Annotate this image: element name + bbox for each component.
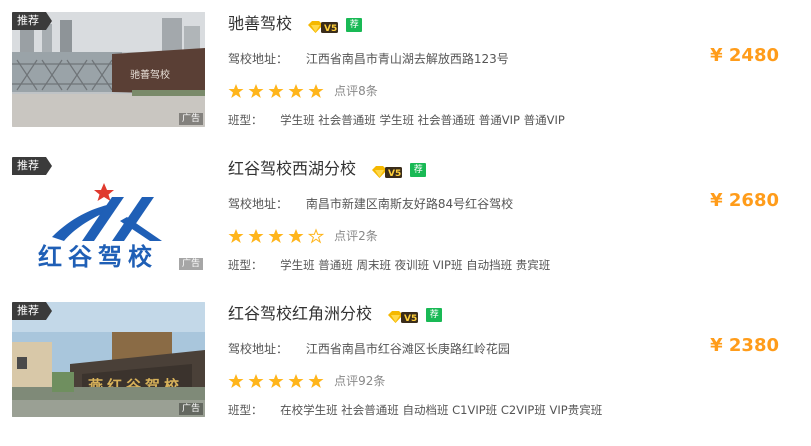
school-name[interactable]: 红谷驾校红角洲分校 [228, 304, 372, 323]
class-types-value: 学生班 社会普通班 学生班 社会普通班 普通VIP 普通VIP [280, 113, 565, 127]
address-label: 驾校地址： [228, 342, 289, 356]
price: ¥ 2380 [710, 335, 779, 356]
recommend-badge-icon: 荐 [426, 308, 443, 322]
star-icon [308, 373, 324, 388]
address-label: 驾校地址： [228, 197, 289, 211]
review-count[interactable]: 点评2条 [334, 229, 378, 243]
class-types-label: 班型： [228, 258, 263, 272]
school-name[interactable]: 红谷驾校西湖分校 [228, 159, 356, 178]
school-title-row: 红谷驾校西湖分校 V5 荐 [228, 158, 427, 181]
school-address: 驾校地址： 江西省南昌市青山湖去解放西路123号 [228, 50, 509, 67]
svg-text:红谷驾校: 红谷驾校 [38, 242, 158, 271]
school-address: 驾校地址： 南昌市新建区南斯友好路84号红谷驾校 [228, 195, 513, 212]
badge-group: V5 荐 [307, 14, 363, 36]
star-icon [288, 83, 304, 98]
ad-label: 广告 [178, 113, 203, 125]
school-name[interactable]: 驰善驾校 [228, 14, 292, 33]
star-icon [248, 83, 264, 98]
recommend-tag: 推荐 [12, 157, 52, 175]
star-icon [268, 373, 284, 388]
star-icon [268, 228, 284, 243]
svg-text:V5: V5 [388, 169, 401, 179]
review-count[interactable]: 点评8条 [334, 84, 378, 98]
star-icon [288, 373, 304, 388]
v5-badge-icon: V5 [371, 163, 403, 179]
address-value: 江西省南昌市红谷滩区长庚路红岭花园 [305, 342, 510, 356]
school-photo[interactable]: 红谷驾校 推荐 广告 [12, 157, 205, 272]
star-icon [228, 228, 244, 243]
star-icon [308, 83, 324, 98]
school-title-row: 驰善驾校 V5 荐 [228, 13, 363, 36]
address-value: 南昌市新建区南斯友好路84号红谷驾校 [305, 197, 514, 211]
v5-badge-icon: V5 [387, 308, 419, 324]
ad-label: 广告 [178, 403, 203, 415]
school-title-row: 红谷驾校红角洲分校 V5 荐 [228, 303, 443, 326]
school-listing-3[interactable]: 燕红谷驾校 推荐 广告 红谷驾校红角洲分校 V5 荐 驾校地址： 江西省南昌市红… [0, 290, 811, 420]
star-icon [228, 373, 244, 388]
class-types: 班型： 学生班 普通班 周末班 夜训班 VIP班 自动挡班 贵宾班 [228, 257, 550, 273]
svg-text:V5: V5 [324, 24, 337, 34]
school-photo[interactable]: 燕红谷驾校 推荐 广告 [12, 302, 205, 417]
price: ¥ 2480 [710, 45, 779, 66]
class-types-value: 在校学生班 社会普通班 自动档班 C1VIP班 C2VIP班 VIP贵宾班 [280, 403, 603, 417]
school-address: 驾校地址： 江西省南昌市红谷滩区长庚路红岭花园 [228, 340, 510, 357]
recommend-badge-icon: 荐 [346, 18, 363, 32]
address-value: 江西省南昌市青山湖去解放西路123号 [305, 52, 509, 66]
class-types-label: 班型： [228, 403, 263, 417]
recommend-tag: 推荐 [12, 302, 52, 320]
star-rating: 点评8条 [228, 80, 378, 98]
price: ¥ 2680 [710, 190, 779, 211]
v5-badge-icon: V5 [307, 18, 339, 34]
recommend-tag: 推荐 [12, 12, 52, 30]
star-rating: 点评2条 [228, 225, 378, 244]
svg-text:V5: V5 [404, 314, 417, 324]
star-icon [248, 373, 264, 388]
class-types-label: 班型： [228, 113, 263, 127]
star-icon [228, 83, 244, 98]
class-types: 班型： 学生班 社会普通班 学生班 社会普通班 普通VIP 普通VIP [228, 112, 565, 128]
school-photo[interactable]: 驰善驾校 推荐 广告 [12, 12, 205, 127]
badge-group: V5 荐 [371, 159, 427, 181]
star-icon [268, 83, 284, 98]
star-icon [248, 228, 264, 243]
star-empty-icon [308, 227, 324, 244]
school-listing-1[interactable]: 驰善驾校 推荐 广告 驰善驾校 V5 荐 驾校地址： 江西省南昌市青山湖去解放西… [0, 0, 811, 130]
class-types-value: 学生班 普通班 周末班 夜训班 VIP班 自动挡班 贵宾班 [280, 258, 551, 272]
school-listing-2[interactable]: 红谷驾校 推荐 广告 红谷驾校西湖分校 V5 荐 驾校地址： 南昌市新建区南斯友… [0, 145, 811, 275]
review-count[interactable]: 点评92条 [334, 374, 385, 388]
svg-text:驰善驾校: 驰善驾校 [130, 68, 170, 81]
ad-label: 广告 [178, 258, 203, 270]
star-rating: 点评92条 [228, 370, 385, 388]
recommend-badge-icon: 荐 [410, 163, 427, 177]
class-types: 班型： 在校学生班 社会普通班 自动档班 C1VIP班 C2VIP班 VIP贵宾… [228, 402, 602, 418]
badge-group: V5 荐 [387, 304, 443, 326]
star-icon [288, 228, 304, 243]
address-label: 驾校地址： [228, 52, 289, 66]
